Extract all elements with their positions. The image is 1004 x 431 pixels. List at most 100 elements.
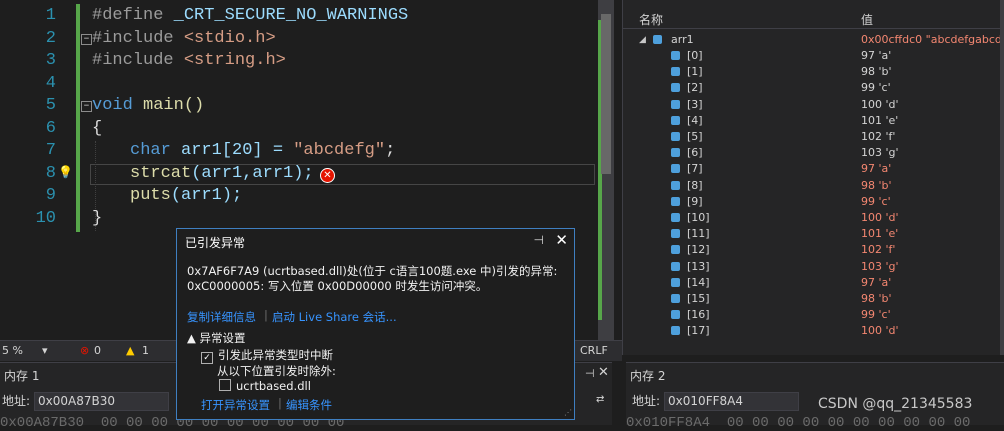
watch-name: [16] [687,308,710,322]
watch-value[interactable]: 99 'c' [861,307,891,323]
pin-icon[interactable]: ⊣ [534,233,544,247]
watch-scrollbar[interactable] [1000,0,1004,355]
code-line-1[interactable]: #define _CRT_SECURE_NO_WARNINGS [92,5,408,28]
watch-row[interactable]: [5] 102 'f' [623,129,1004,145]
checkbox-unchecked[interactable] [219,379,231,391]
watch-row[interactable]: [0] 97 'a' [623,48,1004,64]
watch-value[interactable]: 99 'c' [861,80,891,96]
close-icon[interactable]: ✕ [598,365,609,380]
watch-name: [3] [687,97,703,111]
code-line-6[interactable]: { [92,118,102,141]
code-line-9[interactable]: puts(arr1); [130,185,242,208]
watch-row[interactable]: [16] 99 'c' [623,307,1004,323]
column-header-value[interactable]: 值 [861,11,873,28]
watch-value[interactable]: 100 'd' [861,323,899,339]
watch-row[interactable]: [17] 100 'd' [623,323,1004,339]
live-share-link[interactable]: 启动 Live Share 会话... [272,309,397,325]
watch-row[interactable]: [3] 100 'd' [623,97,1004,113]
address-input[interactable]: 0x00A87B30 [34,392,170,411]
except-label: 从以下位置引发时除外: [217,364,336,378]
string-literal: "abcdefg" [293,141,386,160]
code-line-7[interactable]: char arr1[20] = "abcdefg"; [130,140,395,163]
copy-details-link[interactable]: 复制详细信息 [187,309,256,325]
memory-title[interactable]: 内存 2 [630,367,665,384]
open-exception-settings-link[interactable]: 打开异常设置 [201,397,270,413]
watch-value[interactable]: 101 'e' [861,226,898,242]
line-number: 2 [45,28,56,48]
collapse-arrow-icon[interactable]: ◢ [639,32,646,48]
error-icon[interactable]: ⊗ [80,344,89,357]
watch-row[interactable]: [6] 103 'g' [623,145,1004,161]
watch-row[interactable]: [4] 101 'e' [623,113,1004,129]
watch-value[interactable]: 98 'b' [861,178,892,194]
watch-row[interactable]: [12] 102 'f' [623,242,1004,258]
warning-icon[interactable]: ▲ [126,344,134,357]
chevron-down-icon[interactable]: ▾ [42,344,48,357]
watch-row[interactable]: [8] 98 'b' [623,178,1004,194]
code-line-8[interactable]: strcat(arr1,arr1); [130,163,314,186]
watch-value[interactable]: 102 'f' [861,242,895,258]
error-count[interactable]: 0 [94,344,101,357]
edit-conditions-link[interactable]: 编辑条件 [286,397,332,413]
scrollbar-thumb[interactable] [601,14,611,174]
column-header-name[interactable]: 名称 [639,11,663,28]
refresh-icon[interactable]: ⇄ [596,394,604,405]
watch-row[interactable]: [14] 97 'a' [623,275,1004,291]
line-number: 6 [45,118,56,138]
watch-row[interactable]: [1] 98 'b' [623,64,1004,80]
watch-name: [14] [687,275,710,289]
watch-row[interactable]: [7] 97 'a' [623,161,1004,177]
watch-row[interactable]: [15] 98 'b' [623,291,1004,307]
address-field: 地址: 0x010FF8A4 [632,392,800,411]
code-line-3[interactable]: #include <string.h> [92,50,286,73]
line-number: 9 [45,186,56,205]
memory-title[interactable]: 内存 1 [4,367,39,384]
exception-settings-section[interactable]: ▲ 异常设置 [187,330,246,346]
watch-value[interactable]: 97 'a' [861,48,891,64]
resize-grip-icon[interactable]: ⋰ [564,408,572,417]
address-input[interactable]: 0x010FF8A4 [664,392,800,411]
fold-toggle-icon[interactable]: − [81,34,92,45]
close-icon[interactable]: ✕ [555,231,568,249]
variable-icon [671,326,680,336]
watch-row[interactable]: [2] 99 'c' [623,80,1004,96]
code-line-10[interactable]: } [92,208,102,231]
variable-icon [671,229,680,239]
watch-value[interactable]: 100 'd' [861,210,899,226]
variable-icon [671,164,680,174]
watch-row[interactable]: [9] 99 'c' [623,194,1004,210]
variable-icon [653,35,662,44]
watch-row[interactable]: [10] 100 'd' [623,210,1004,226]
watch-value[interactable]: 0x00cffdc0 "abcdefgabcdef [861,32,1004,48]
watch-value[interactable]: 103 'g' [861,259,899,275]
code-line-5[interactable]: void main() [92,95,204,118]
variable-icon [671,294,680,303]
watch-value[interactable]: 99 'c' [861,194,891,210]
watch-value[interactable]: 98 'b' [861,64,892,80]
error-icon[interactable]: ✕ [320,168,335,183]
lightbulb-icon[interactable]: 💡 [58,165,73,179]
watch-row-root[interactable]: ◢ arr1 0x00cffdc0 "abcdefgabcdef [623,32,1004,48]
code-line-2[interactable]: #include <stdio.h> [92,28,276,51]
line-number: 5 [45,96,56,115]
line-ending[interactable]: CRLF [580,344,608,357]
fold-toggle-icon[interactable]: − [81,101,92,112]
macro-name: _CRT_SECURE_NO_WARNINGS [173,6,409,25]
break-option[interactable]: ✓ 引发此异常类型时中断 [201,347,581,364]
watch-value[interactable]: 102 'f' [861,129,895,145]
watch-name: [4] [687,113,703,127]
watch-value[interactable]: 98 'b' [861,291,892,307]
zoom-level[interactable]: 5 % [2,344,23,357]
watch-row[interactable]: [11] 101 'e' [623,226,1004,242]
checkbox-checked[interactable]: ✓ [201,352,213,364]
editor-scrollbar[interactable] [598,0,614,340]
variable-icon [671,51,680,60]
watch-value[interactable]: 103 'g' [861,145,899,161]
watch-row[interactable]: [13] 103 'g' [623,259,1004,275]
dll-option[interactable]: ucrtbased.dll [219,379,599,393]
warning-count[interactable]: 1 [142,344,149,357]
watch-value[interactable]: 101 'e' [861,113,898,129]
watch-value[interactable]: 100 'd' [861,97,899,113]
watch-value[interactable]: 97 'a' [861,275,891,291]
watch-value[interactable]: 97 'a' [861,161,891,177]
